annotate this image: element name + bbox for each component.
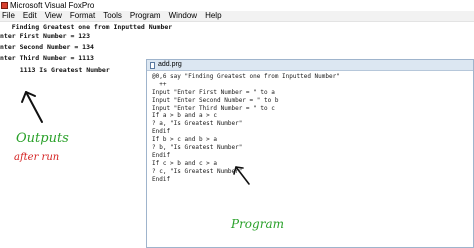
output-heading: Finding Greatest one from Inputted Numbe… xyxy=(0,23,173,31)
outputs-arrow-icon xyxy=(21,91,43,123)
output-result: 1113 Is Greatest Number xyxy=(8,66,110,74)
foxpro-app-icon xyxy=(1,2,8,9)
code-line: Input "Enter Second Number = " to b xyxy=(152,96,279,104)
menu-format[interactable]: Format xyxy=(66,11,99,21)
code-line: Endif xyxy=(152,128,171,136)
code-line: @0,6 say "Finding Greatest one from Inpu… xyxy=(152,73,340,80)
editor-titlebar: add.prg xyxy=(147,60,473,71)
menu-tools[interactable]: Tools xyxy=(99,11,126,21)
program-arrow-icon xyxy=(233,166,250,185)
program-editor-window[interactable]: add.prg @0,6 say "Finding Greatest one f… xyxy=(146,59,474,248)
code-line: ? a, "Is Greatest Number" xyxy=(152,120,243,128)
menu-window[interactable]: Window xyxy=(165,11,201,21)
after-run-label: after run xyxy=(14,152,60,163)
menu-file[interactable]: File xyxy=(0,11,19,21)
editor-title: add.prg xyxy=(158,61,182,68)
menu-program[interactable]: Program xyxy=(126,11,165,21)
code-line: Input "Enter Third Number = " to c xyxy=(152,104,275,112)
prg-file-icon xyxy=(150,61,155,69)
menu-bar: File Edit View Format Tools Program Wind… xyxy=(0,11,474,22)
code-line: If b > c and b > a xyxy=(152,136,218,144)
output-second-number: nter Second Number = 134 xyxy=(0,43,94,51)
window-titlebar: Microsoft Visual FoxPro xyxy=(0,0,474,11)
code-line: If a > b and a > c xyxy=(152,112,218,120)
program-label: Program xyxy=(231,217,284,231)
code-line: Endif xyxy=(152,151,171,159)
code-line: ++ xyxy=(152,80,167,88)
code-line: ? b, "Is Greatest Number" xyxy=(152,144,243,152)
menu-edit[interactable]: Edit xyxy=(19,11,41,21)
window-title: Microsoft Visual FoxPro xyxy=(10,1,95,10)
output-third-number: nter Third Number = 1113 xyxy=(0,54,94,62)
menu-help[interactable]: Help xyxy=(201,11,225,21)
menu-view[interactable]: View xyxy=(41,11,66,21)
outputs-label: Outputs xyxy=(16,131,69,146)
code-line: Input "Enter First Number = " to a xyxy=(152,88,275,96)
output-first-number: nter First Number = 123 xyxy=(0,32,91,40)
